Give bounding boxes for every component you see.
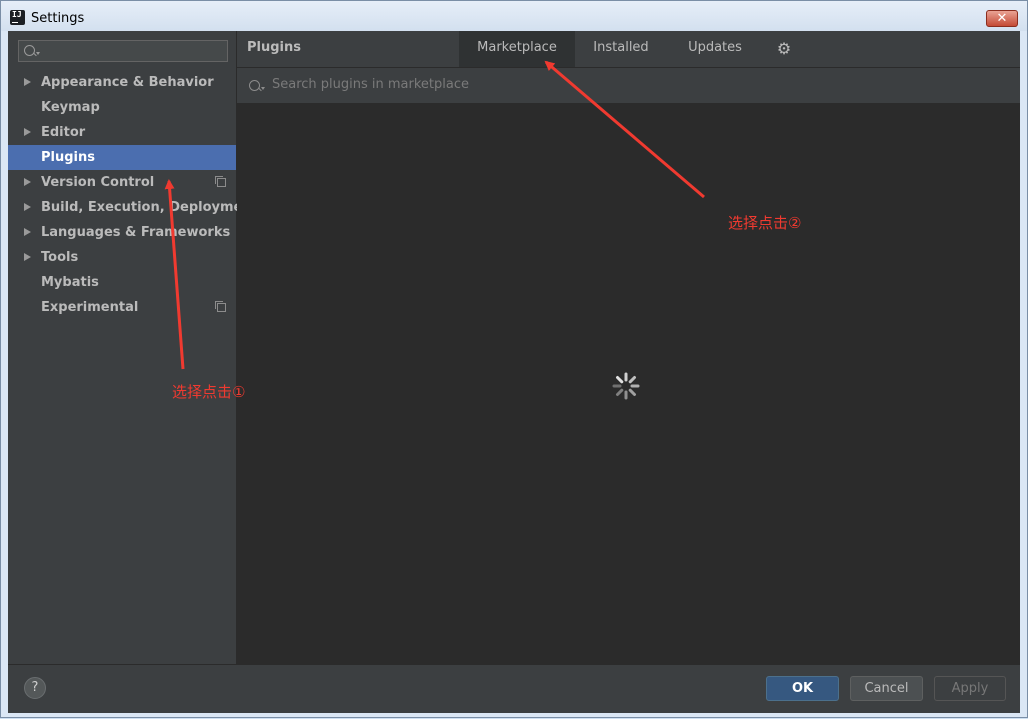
sidebar-item-version-control[interactable]: Version Control [8,170,236,195]
panel-title: Plugins [247,40,301,55]
search-icon [24,45,35,56]
intellij-app-icon: IJ [10,10,25,25]
cancel-button[interactable]: Cancel [850,676,923,701]
window-title: Settings [31,11,85,26]
settings-search-input[interactable] [18,40,228,62]
sidebar-item-label: Appearance & Behavior [41,75,214,90]
plugin-search-input[interactable]: Search plugins in marketplace [237,68,1020,104]
sidebar-item-label: Mybatis [41,275,99,290]
sidebar-item-languages-frameworks[interactable]: Languages & Frameworks [8,220,236,245]
apply-button[interactable]: Apply [934,676,1006,701]
search-icon [249,80,260,91]
expand-arrow-icon[interactable] [24,78,31,86]
sidebar-item-label: Keymap [41,100,100,115]
settings-window: IJ Settings ✕ Appearance & Behavior Keyma… [0,0,1028,718]
ok-button[interactable]: OK [766,676,839,701]
search-dropdown-caret-icon[interactable] [261,87,265,90]
sidebar-item-keymap[interactable]: Keymap [8,95,236,120]
sidebar-item-label: Languages & Frameworks [41,225,231,240]
help-button[interactable]: ? [24,677,46,699]
project-level-copy-icon [215,176,226,187]
expand-arrow-icon[interactable] [24,228,31,236]
annotation-step-1: 选择点击① [172,383,246,401]
expand-arrow-icon[interactable] [24,203,31,211]
tab-marketplace[interactable]: Marketplace [459,31,575,67]
sidebar-item-appearance-behavior[interactable]: Appearance & Behavior [8,70,236,95]
project-level-copy-icon [215,301,226,312]
sidebar-item-experimental[interactable]: Experimental [8,295,236,320]
expand-arrow-icon[interactable] [24,253,31,261]
settings-tree: Appearance & Behavior Keymap Editor Plugins… [8,70,258,320]
sidebar-item-editor[interactable]: Editor [8,120,236,145]
tab-installed[interactable]: Installed [583,31,659,67]
loading-spinner-icon [612,372,640,400]
expand-arrow-icon[interactable] [24,178,31,186]
sidebar-item-label: Experimental [41,300,139,315]
sidebar-item-label: Build, Execution, Deployment [41,200,258,215]
close-window-button[interactable]: ✕ [986,10,1018,27]
sidebar-item-label: Tools [41,250,79,265]
search-dropdown-caret-icon[interactable] [36,52,40,55]
annotation-step-2: 选择点击② [728,214,802,232]
plugins-content-area [237,104,1020,664]
sidebar-item-label: Plugins [41,150,95,165]
settings-sidebar: Appearance & Behavior Keymap Editor Plugins… [8,31,258,664]
sidebar-item-label: Editor [41,125,86,140]
expand-arrow-icon[interactable] [24,128,31,136]
settings-body: Appearance & Behavior Keymap Editor Plugins… [8,31,1020,713]
tab-updates[interactable]: Updates [677,31,753,67]
dialog-footer: ? OK Cancel Apply [8,664,1020,713]
title-bar: IJ Settings ✕ [1,1,1027,31]
sidebar-item-tools[interactable]: Tools [8,245,236,270]
sidebar-item-mybatis[interactable]: Mybatis [8,270,236,295]
sidebar-item-plugins[interactable]: Plugins [8,145,236,170]
gear-icon[interactable]: ⚙ [775,40,793,58]
plugin-search-placeholder: Search plugins in marketplace [272,77,469,92]
plugins-header: Plugins Marketplace Installed Updates ⚙ [237,31,1020,68]
sidebar-item-build-execution-deployment[interactable]: Build, Execution, Deployment [8,195,258,220]
sidebar-item-label: Version Control [41,175,155,190]
plugins-panel: Plugins Marketplace Installed Updates ⚙ … [237,31,1020,664]
